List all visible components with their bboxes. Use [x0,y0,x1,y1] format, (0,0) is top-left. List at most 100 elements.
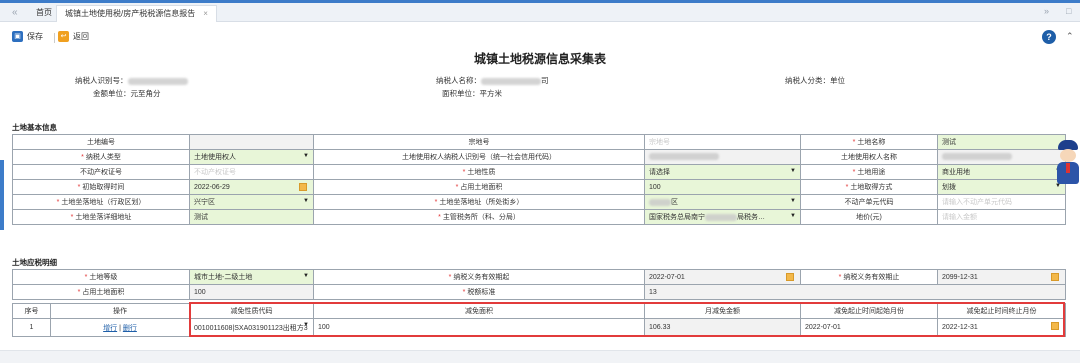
occupied-area-input[interactable]: 100 [644,179,801,195]
taxpayer-type: 纳税人分类：单位 [785,75,845,86]
occupied-area-tax-field: 100 [189,284,314,300]
label-duty-start: 纳税义务有效期起 [313,269,645,285]
add-row-link[interactable]: 增行 [103,325,117,332]
col-header-relief-start: 减免起止时间起始月份 [800,303,938,319]
save-button[interactable]: ▣ 保存 [12,30,43,44]
user-name-redacted [942,153,1012,161]
land-nature-select[interactable]: 请选择 [644,164,801,180]
taxpayer-name-tail: 司 [541,76,549,85]
taxpayer-id-value-redacted [127,77,188,85]
duty-end-input[interactable]: 2099-12-31 [937,269,1066,285]
property-cert-input[interactable]: 不动产权证号 [189,164,314,180]
back-label: 返回 [73,32,89,41]
label-land-use: 土地用途 [800,164,938,180]
relief-end-value: 2022-12-31 [942,324,978,331]
relief-code-select[interactable]: 0010011608|SXA031901123出租方3 [189,318,314,337]
monthly-relief-field: 106.33 [644,318,801,337]
detail-address-input[interactable]: 测试 [189,209,314,225]
taxpayer-type-select[interactable]: 土地使用权人 [189,149,314,165]
section-title-land-basic: 土地基本信息 [12,123,57,132]
land-price-input[interactable]: 请输入金额 [937,209,1066,225]
label-tax-office: 主管税务所（科、分局） [313,209,645,225]
table-header-row: 序号 操作 减免性质代码 减免面积 月减免金额 减免起止时间起始月份 减免起止时… [12,303,1066,319]
duty-start-value: 2022-07-01 [649,273,685,281]
area-unit: 面积单位：平方米 [442,89,502,98]
calendar-icon[interactable] [786,273,794,281]
land-no-field [189,134,314,150]
window-restore-icon[interactable]: □ [1066,6,1071,16]
back-button[interactable]: ↩ 返回 [58,30,89,44]
table-row: 不动产权证号 不动产权证号 土地性质 请选择 土地用途 商业用地 [12,164,1066,180]
table-row: 土地等级 城市土地-二级土地 纳税义务有效期起 2022-07-01 纳税义务有… [12,269,1066,285]
assistant-mascot[interactable] [1055,140,1080,186]
delete-row-link[interactable]: 删行 [123,325,137,332]
taxpayer-type-label: 纳税人分类： [785,76,830,85]
unit-code-input[interactable]: 请输入不动产单元代码 [937,194,1066,210]
col-header-relief-end: 减免起止时间终止月份 [937,303,1066,319]
land-use-select[interactable]: 商业用地 [937,164,1066,180]
taxpayer-id-label: 纳税人识别号： [75,76,128,85]
label-land-no: 土地编号 [12,134,190,150]
collapse-icon[interactable]: ⌃ [1066,31,1074,42]
land-grade-select[interactable]: 城市土地-二级土地 [189,269,314,285]
tab-close-icon[interactable]: × [203,9,208,18]
label-property-cert: 不动产权证号 [12,164,190,180]
label-occupied-area-tax: 占用土地面积 [12,284,190,300]
toolbar-divider [54,33,55,43]
calendar-icon[interactable] [1051,322,1059,330]
footer-bar [0,350,1080,363]
acquire-date-value: 2022-06-29 [194,183,230,191]
land-name-input[interactable]: 测试 [937,134,1066,150]
label-user-taxpayer-id: 土地使用权人纳税人识别号（统一社会信用代码） [313,149,645,165]
tax-office-select[interactable]: 国家税务总局南宁 局税务… [644,209,801,225]
label-land-price: 地价(元) [800,209,938,225]
taxpayer-name-label: 纳税人名称： [436,76,481,85]
tax-office-prefix: 国家税务总局南宁 [649,214,705,221]
label-unit-code: 不动产单元代码 [800,194,938,210]
relief-area-input[interactable]: 100 [313,318,645,337]
acquire-method-select[interactable]: 划拨 [937,179,1066,195]
label-address-district: 土地坐落地址（行政区划） [12,194,190,210]
acquire-date-input[interactable]: 2022-06-29 [189,179,314,195]
label-taxpayer-type: 纳税人类型 [12,149,190,165]
label-land-name: 土地名称 [800,134,938,150]
address-street-select[interactable]: 区 [644,194,801,210]
calendar-icon[interactable] [1051,273,1059,281]
label-acquire-date: 初始取得时间 [12,179,190,195]
row-ops: 增行 | 删行 [50,318,190,337]
tab-scroll-right-icon[interactable]: » [1044,6,1049,16]
col-header-monthly-relief: 月减免金额 [644,303,801,319]
parcel-no-input[interactable]: 宗地号 [644,134,801,150]
side-handle[interactable] [0,160,4,230]
tab-scroll-left-icon[interactable]: « [12,7,18,18]
tax-rate-field: 13 [644,284,1066,300]
calendar-icon[interactable] [299,183,307,191]
relief-table: 序号 操作 减免性质代码 减免面积 月减免金额 减免起止时间起始月份 减免起止时… [12,303,1066,337]
table-row: 土地坐落详细地址 测试 主管税务所（科、分局） 国家税务总局南宁 局税务… 地价(… [12,209,1066,225]
duty-end-value: 2099-12-31 [942,273,978,281]
table-row: 土地坐落地址（行政区划） 兴宁区 土地坐落地址（所处街乡） 区 不动产单元代码 … [12,194,1066,210]
relief-end-input[interactable]: 2022-12-31 [937,318,1066,337]
col-header-relief-code: 减免性质代码 [189,303,314,319]
col-header-no: 序号 [12,303,51,319]
row-no: 1 [12,318,51,337]
label-duty-end: 纳税义务有效期止 [800,269,938,285]
tab-land-tax-report[interactable]: 城镇土地使用税/房产税税源信息报告 × [56,5,217,22]
table-row: 初始取得时间 2022-06-29 占用土地面积 100 土地取得方式 划拨 [12,179,1066,195]
street-redacted [649,198,671,206]
section-title-tax-detail: 土地应税明细 [12,258,57,267]
page-title: 城镇土地税源信息采集表 [473,52,606,66]
tax-office-redacted [705,213,737,221]
tab-label: 城镇土地使用税/房产税税源信息报告 [65,9,196,18]
address-street-value: 区 [671,199,678,206]
duty-start-input[interactable]: 2022-07-01 [644,269,801,285]
table-row: 纳税人类型 土地使用权人 土地使用权人纳税人识别号（统一社会信用代码） 土地使用… [12,149,1066,165]
mascot-tie [1066,163,1070,173]
col-header-relief-area: 减免面积 [313,303,645,319]
label-detail-address: 土地坐落详细地址 [12,209,190,225]
save-icon: ▣ [12,31,23,42]
user-name-field [937,149,1066,165]
address-district-select[interactable]: 兴宁区 [189,194,314,210]
help-icon[interactable]: ? [1042,30,1056,44]
relief-start-input[interactable]: 2022-07-01 [800,318,938,337]
